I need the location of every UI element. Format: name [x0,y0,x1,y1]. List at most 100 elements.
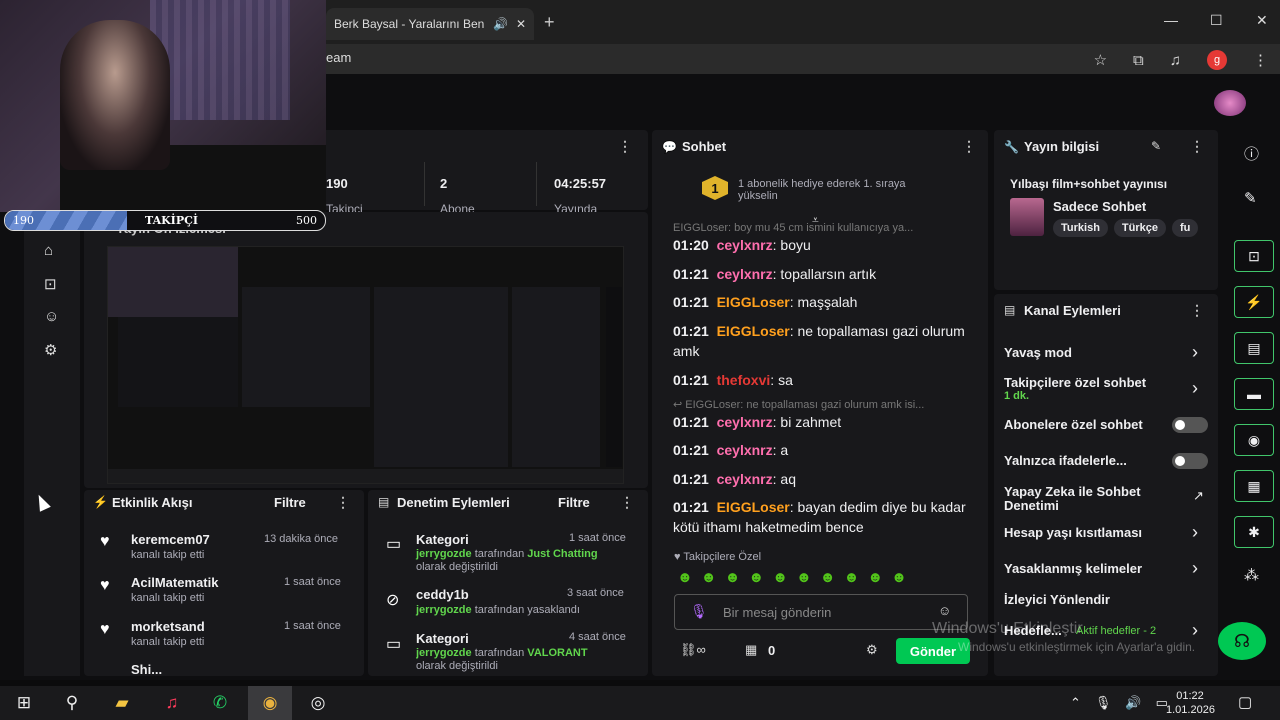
emote-icon[interactable]: ☻ [701,569,717,586]
chevron-right-icon[interactable]: › [1192,558,1198,579]
profile-avatar[interactable]: g [1207,50,1227,70]
wrench-rail-icon[interactable]: ✱ [1234,516,1274,548]
chat-nick[interactable]: EIGGLoser [717,323,790,339]
notes-icon[interactable]: ▤ [1234,332,1274,364]
account-age-action[interactable]: Hesap yaşı kısıtlaması [1004,526,1184,540]
emote-only-toggle[interactable] [1172,453,1208,469]
star-icon[interactable]: ☆ [1094,51,1107,69]
moderator-name[interactable]: jerrygozde [416,604,472,616]
chat-menu-icon[interactable]: ⋮ [962,138,976,156]
maximize-button[interactable]: ☐ [1210,12,1223,29]
microphone-tray-icon[interactable]: 🎙 [1095,695,1112,711]
activity-user[interactable]: keremcem07 [131,532,210,547]
tag[interactable]: Türkçe [1113,219,1166,237]
clock[interactable]: 01:22 1.01.2026 [1166,689,1215,717]
chevron-up-icon[interactable]: ⌃ [1070,695,1081,711]
speaker-icon[interactable]: 🔊 [493,17,508,31]
windows-start-icon[interactable]: ⊞ [12,692,36,714]
extensions-icon[interactable]: ⧉ [1133,52,1144,69]
minimize-button[interactable]: — [1164,12,1178,28]
activity-user[interactable]: AcilMatematik [131,575,218,590]
dashboard-icon[interactable]: ▦ [1234,470,1274,502]
external-link-icon[interactable]: ↗ [1193,488,1204,504]
chrome-icon[interactable]: ◉ [258,692,282,714]
emote-icon[interactable]: ☻ [748,569,764,586]
menu-icon[interactable]: ⋮ [1253,51,1268,69]
emote-icon[interactable]: ☻ [820,569,836,586]
edit-icon[interactable]: ✎ [1151,139,1161,153]
broadcast-icon[interactable]: ◉ [1234,424,1274,456]
folder-icon[interactable]: ▰ [110,692,134,714]
user-avatar[interactable] [1214,90,1246,116]
emote-icon[interactable]: ☻ [677,569,693,586]
stream-manager-icon[interactable]: ⌂ [44,242,53,259]
moderator-name[interactable]: jerrygozde [416,548,472,560]
music-icon[interactable]: ♫ [160,692,184,714]
actions-menu-icon[interactable]: ⋮ [1190,302,1204,320]
chevron-right-icon[interactable]: › [1192,522,1198,543]
new-tab-button[interactable]: + [544,12,555,33]
notifications-icon[interactable]: ▢ [1238,693,1252,711]
chat-nick[interactable]: EIGGLoser [717,499,790,515]
chat-nick[interactable]: EIGGLoser [717,294,790,310]
info-icon[interactable]: ⓘ [1244,143,1259,164]
chevron-right-icon[interactable]: › [1192,620,1198,641]
ai-moderation-action[interactable]: Yapay Zeka ile Sohbet Denetimi [1004,485,1164,513]
pencil-icon[interactable]: ✎ [1244,189,1257,207]
followers-only-action[interactable]: Takipçilere özel sohbet [1004,376,1184,390]
close-window-button[interactable]: ✕ [1256,12,1268,29]
emote-icon[interactable]: ☻ [772,569,788,586]
chat-nick[interactable]: ceylxnrz [717,471,773,487]
obs-icon[interactable]: ◎ [306,692,330,714]
chevron-right-icon[interactable]: › [1192,378,1198,399]
chat-nick[interactable]: ceylxnrz [717,442,773,458]
gift-icon[interactable]: ▦ [745,642,757,658]
subscribers-only-toggle[interactable] [1172,417,1208,433]
chat-nick[interactable]: ceylxnrz [717,414,773,430]
activity-user[interactable]: Shi... [131,662,162,674]
moderator-name[interactable]: jerrygozde [416,647,472,659]
modlog-item-title[interactable]: ceddy1b [416,587,469,602]
url-field[interactable]: eam [326,50,351,65]
browser-tab[interactable]: Berk Baysal - Yaralarını Ben 🔊 ✕ [326,8,534,40]
search-icon[interactable]: ⚲ [60,692,84,714]
whatsapp-icon[interactable]: ✆ [208,692,232,714]
connections-icon[interactable]: ⛓∞ [680,642,706,658]
banned-words-action[interactable]: Yasaklanmış kelimeler [1004,562,1184,576]
volume-icon[interactable]: 🔊 [1125,695,1141,711]
chat-nick[interactable]: ceylxnrz [717,237,773,253]
close-icon[interactable]: ✕ [516,17,526,31]
chevron-right-icon[interactable]: › [1192,342,1198,363]
chat-nick[interactable]: thefoxvi [717,372,771,388]
screen-icon[interactable]: ⊡ [44,275,57,293]
emote-icon[interactable]: ☻ [891,569,907,586]
activity-filter-button[interactable]: Filtre [274,495,306,510]
stats-menu-icon[interactable]: ⋮ [618,138,632,156]
tag[interactable]: fu [1172,219,1199,237]
info-menu-icon[interactable]: ⋮ [1190,138,1204,156]
activity-menu-icon[interactable]: ⋮ [336,494,350,512]
activity-user[interactable]: morketsand [131,619,205,634]
emote-icon[interactable]: ☻ [867,569,883,586]
scan-icon[interactable]: ⊡ [1234,240,1274,272]
emoji-icon[interactable]: ☺ [938,603,951,618]
emote-icon[interactable]: ☻ [796,569,812,586]
chat-icon[interactable]: ▬ [1234,378,1274,410]
emote-icon[interactable]: ☻ [725,569,741,586]
microphone-icon[interactable]: 🎙 [690,603,708,620]
modlog-menu-icon[interactable]: ⋮ [620,494,634,512]
slow-mode-action[interactable]: Yavaş mod [1004,346,1184,360]
modlog-filter-button[interactable]: Filtre [558,495,590,510]
chat-nick[interactable]: ceylxnrz [717,266,773,282]
emote-icon[interactable]: ☻ [844,569,860,586]
settings-icon[interactable]: ⚙ [44,341,57,359]
headset-icon[interactable]: ☊ [1218,622,1266,660]
media-icon[interactable]: ♫ [1170,52,1181,69]
users-icon[interactable]: ☺ [44,308,59,325]
tag[interactable]: Turkish [1053,219,1108,237]
stream-preview-image[interactable] [107,246,624,484]
category-name[interactable]: Sadece Sohbet [1053,199,1146,214]
lightning-icon[interactable]: ⚡ [1234,286,1274,318]
raid-action[interactable]: İzleyici Yönlendir [1004,593,1184,607]
chat-settings-icon[interactable]: ⚙ [866,642,878,658]
